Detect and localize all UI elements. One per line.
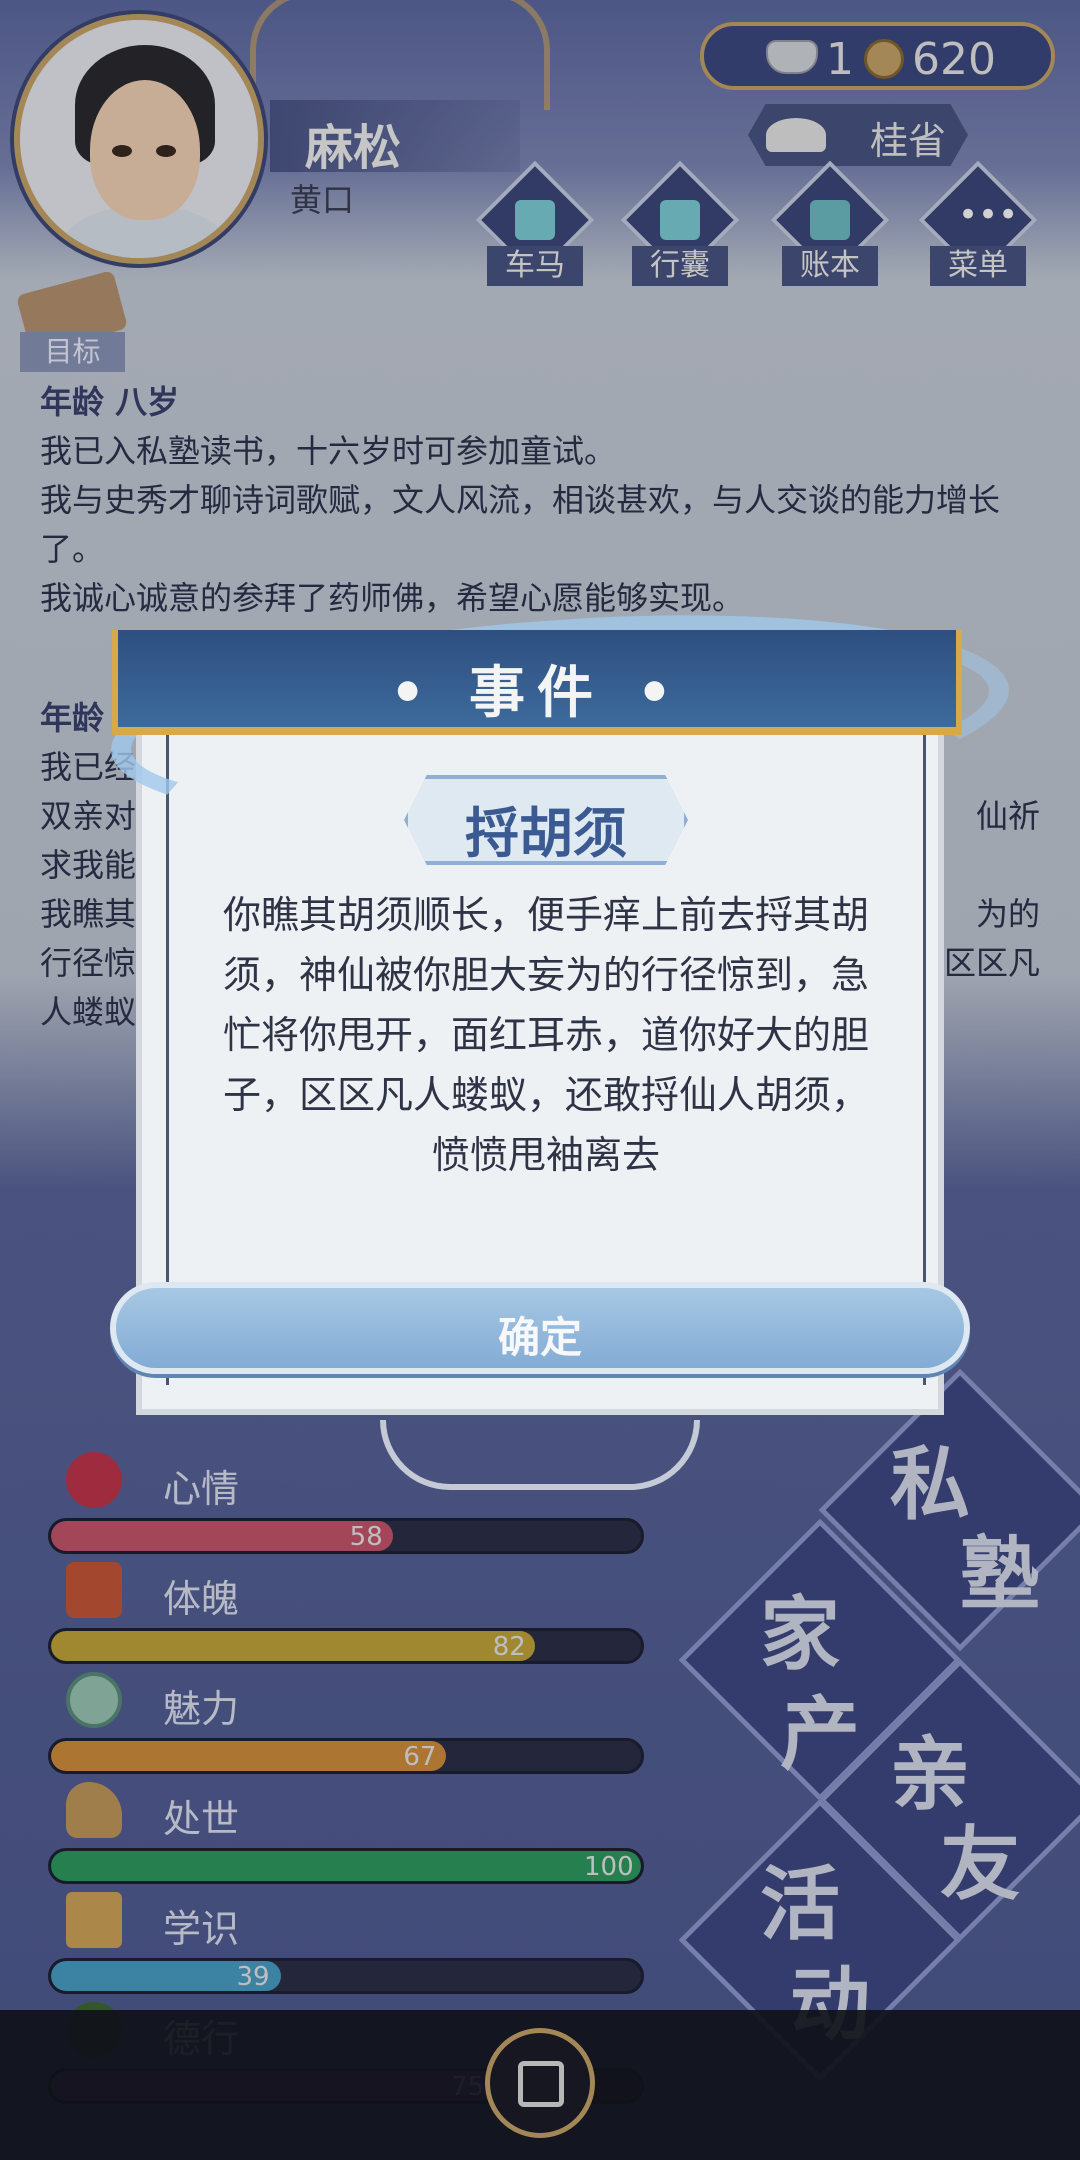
- dialog-header: • 事件 •: [112, 630, 962, 735]
- event-description: 你瞧其胡须顺长，便手痒上前去捋其胡须，神仙被你胆大妄为的行径惊到，急忙将你甩开，…: [222, 893, 869, 1177]
- cloud-ornament: [380, 1420, 700, 1490]
- dialog-footer: [136, 1385, 944, 1415]
- confirm-label: 确定: [497, 1313, 582, 1362]
- confirm-button[interactable]: 确定: [110, 1282, 970, 1374]
- dialog-title: • 事件 •: [389, 661, 685, 726]
